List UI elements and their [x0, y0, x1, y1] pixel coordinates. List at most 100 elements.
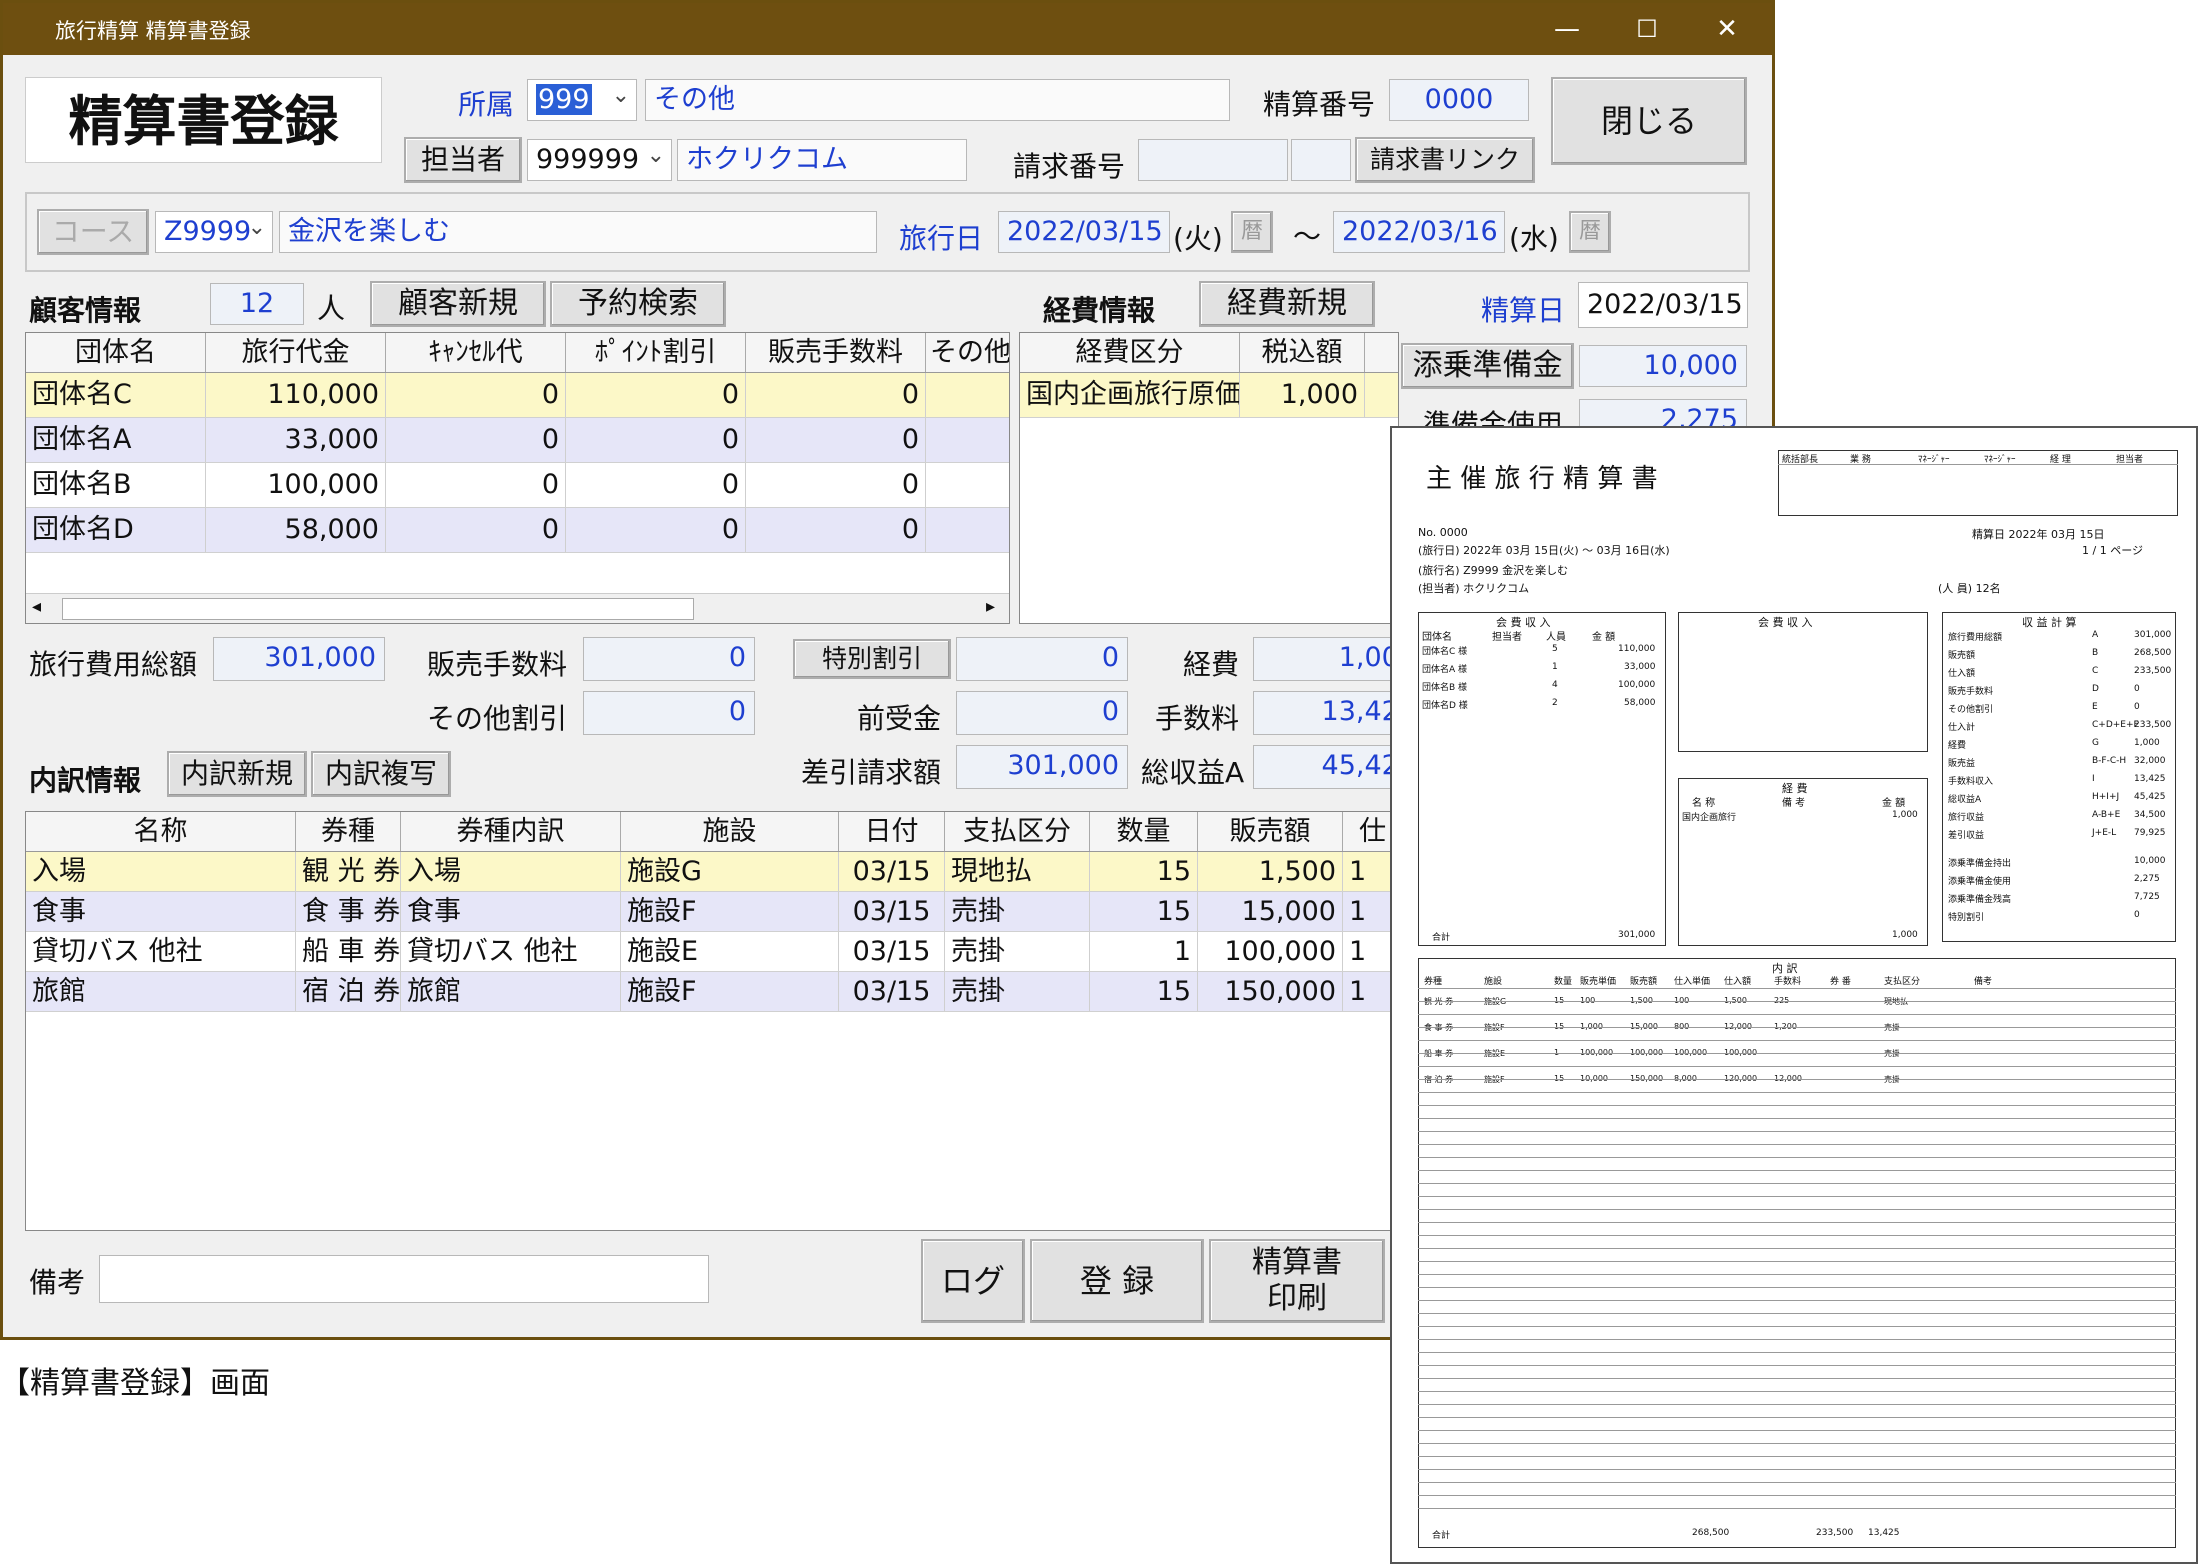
- table-row[interactable]: 団体名D 58,000 0 0 0: [26, 508, 1009, 553]
- table-cell[interactable]: 15,000: [1198, 892, 1343, 931]
- table-cell[interactable]: 貸切バス 他社: [401, 932, 621, 971]
- table-cell[interactable]: 売掛: [945, 892, 1090, 931]
- table-cell[interactable]: [926, 373, 1009, 417]
- col-header[interactable]: 団体名: [26, 333, 206, 372]
- table-row[interactable]: 旅館宿 泊 券旅館 施設F 03/15 売掛 15 150,000 1: [26, 972, 1404, 1012]
- detail-new-button[interactable]: 内訳新規: [167, 751, 307, 797]
- table-cell[interactable]: 船 車 券: [296, 932, 401, 971]
- scroll-left-icon[interactable]: ◂: [32, 596, 41, 617]
- minimize-icon[interactable]: —: [1543, 9, 1591, 49]
- table-cell[interactable]: 施設F: [621, 892, 839, 931]
- table-cell[interactable]: 0: [566, 373, 746, 417]
- table-cell[interactable]: 0: [566, 463, 746, 507]
- table-cell[interactable]: 03/15: [839, 972, 945, 1011]
- table-row[interactable]: 貸切バス 他社船 車 券貸切バス 他社 施設E 03/15 売掛 1 100,000 1: [26, 932, 1404, 972]
- invoice-link-button[interactable]: 請求書リンク: [1355, 137, 1535, 183]
- table-cell[interactable]: 1,000: [1240, 373, 1365, 417]
- col-header[interactable]: 施設: [621, 812, 839, 851]
- invoice-no-field[interactable]: [1138, 139, 1288, 181]
- start-calendar-icon[interactable]: 暦: [1231, 211, 1273, 253]
- table-cell[interactable]: 0: [386, 463, 566, 507]
- table-cell[interactable]: 0: [746, 373, 926, 417]
- log-button[interactable]: ログ: [921, 1239, 1025, 1323]
- table-cell[interactable]: 1: [1090, 932, 1198, 971]
- table-cell[interactable]: 03/15: [839, 932, 945, 971]
- table-cell[interactable]: 100,000: [206, 463, 386, 507]
- table-cell[interactable]: 施設G: [621, 852, 839, 891]
- table-cell[interactable]: 150,000: [1198, 972, 1343, 1011]
- table-cell[interactable]: 15: [1090, 892, 1198, 931]
- table-cell[interactable]: 施設F: [621, 972, 839, 1011]
- table-cell[interactable]: 15: [1090, 972, 1198, 1011]
- col-header[interactable]: 日付: [839, 812, 945, 851]
- course-code-select[interactable]: Z9999: [155, 211, 273, 253]
- table-cell[interactable]: 旅館: [401, 972, 621, 1011]
- table-cell[interactable]: 15: [1090, 852, 1198, 891]
- table-cell[interactable]: 団体名B: [26, 463, 206, 507]
- col-header[interactable]: 税込額: [1240, 333, 1365, 372]
- table-row[interactable]: 食事食 事 券食事 施設F 03/15 売掛 15 15,000 1: [26, 892, 1404, 932]
- table-cell[interactable]: 03/15: [839, 852, 945, 891]
- table-cell[interactable]: 団体名D: [26, 508, 206, 552]
- col-header[interactable]: 旅行代金: [206, 333, 386, 372]
- col-header[interactable]: 券種: [296, 812, 401, 851]
- table-cell[interactable]: 現地払: [945, 852, 1090, 891]
- close-button[interactable]: 閉じる: [1551, 77, 1747, 165]
- col-header[interactable]: ﾎﾟｲﾝﾄ割引: [566, 333, 746, 372]
- end-calendar-icon[interactable]: 暦: [1569, 211, 1611, 253]
- table-cell[interactable]: 団体名A: [26, 418, 206, 462]
- print-button[interactable]: 精算書 印刷: [1209, 1239, 1385, 1323]
- close-icon[interactable]: ✕: [1703, 9, 1751, 49]
- table-cell[interactable]: 売掛: [945, 932, 1090, 971]
- table-cell[interactable]: 0: [386, 508, 566, 552]
- col-header[interactable]: ｷｬﾝｾﾙ代: [386, 333, 566, 372]
- special-discount-button[interactable]: 特別割引: [793, 639, 951, 679]
- table-cell[interactable]: 0: [746, 418, 926, 462]
- table-cell[interactable]: 貸切バス 他社: [26, 932, 296, 971]
- register-button[interactable]: 登 録: [1030, 1239, 1204, 1323]
- table-cell[interactable]: 110,000: [206, 373, 386, 417]
- course-button[interactable]: コース: [37, 209, 149, 255]
- table-row[interactable]: 入場観 光 券入場 施設G 03/15 現地払 15 1,500 1: [26, 852, 1404, 892]
- reserve-button[interactable]: 添乗準備金: [1401, 343, 1574, 389]
- table-cell[interactable]: 0: [566, 508, 746, 552]
- staff-button[interactable]: 担当者: [404, 137, 522, 183]
- table-cell[interactable]: 食事: [26, 892, 296, 931]
- table-cell[interactable]: 食 事 券: [296, 892, 401, 931]
- table-row[interactable]: 団体名A 33,000 0 0 0: [26, 418, 1009, 463]
- col-header[interactable]: 名称: [26, 812, 296, 851]
- scroll-right-icon[interactable]: ▸: [986, 596, 995, 617]
- table-cell[interactable]: 売掛: [945, 972, 1090, 1011]
- col-header[interactable]: 販売手数料: [746, 333, 926, 372]
- affiliation-select[interactable]: 999: [527, 79, 637, 121]
- col-header[interactable]: 券種内訳: [401, 812, 621, 851]
- staff-select[interactable]: 999999: [527, 139, 672, 181]
- invoice-sub-field[interactable]: [1291, 139, 1351, 181]
- table-row[interactable]: 団体名B 100,000 0 0 0: [26, 463, 1009, 508]
- table-cell[interactable]: 03/15: [839, 892, 945, 931]
- table-cell[interactable]: 国内企画旅行原価: [1020, 373, 1240, 417]
- table-cell[interactable]: 食事: [401, 892, 621, 931]
- col-header[interactable]: 支払区分: [945, 812, 1090, 851]
- table-cell[interactable]: 58,000: [206, 508, 386, 552]
- table-cell[interactable]: 1,500: [1198, 852, 1343, 891]
- detail-copy-button[interactable]: 内訳複写: [311, 751, 451, 797]
- maximize-icon[interactable]: ☐: [1623, 9, 1671, 49]
- reservation-search-button[interactable]: 予約検索: [550, 281, 726, 327]
- table-cell[interactable]: 入場: [401, 852, 621, 891]
- table-cell[interactable]: 入場: [26, 852, 296, 891]
- scrollbar-thumb[interactable]: [62, 598, 694, 620]
- settlement-date-field[interactable]: 2022/03/15: [1578, 282, 1748, 328]
- table-cell[interactable]: 旅館: [26, 972, 296, 1011]
- table-cell[interactable]: [926, 418, 1009, 462]
- table-row[interactable]: 団体名C 110,000 0 0 0: [26, 373, 1009, 418]
- expense-new-button[interactable]: 経費新規: [1199, 281, 1375, 327]
- table-cell[interactable]: 0: [746, 463, 926, 507]
- col-header[interactable]: 販売額: [1198, 812, 1343, 851]
- customer-new-button[interactable]: 顧客新規: [370, 281, 546, 327]
- table-cell[interactable]: 0: [386, 418, 566, 462]
- table-cell[interactable]: 0: [386, 373, 566, 417]
- table-cell[interactable]: 0: [566, 418, 746, 462]
- col-header[interactable]: 経費区分: [1020, 333, 1240, 372]
- horizontal-scrollbar[interactable]: ◂ ▸: [26, 593, 1009, 623]
